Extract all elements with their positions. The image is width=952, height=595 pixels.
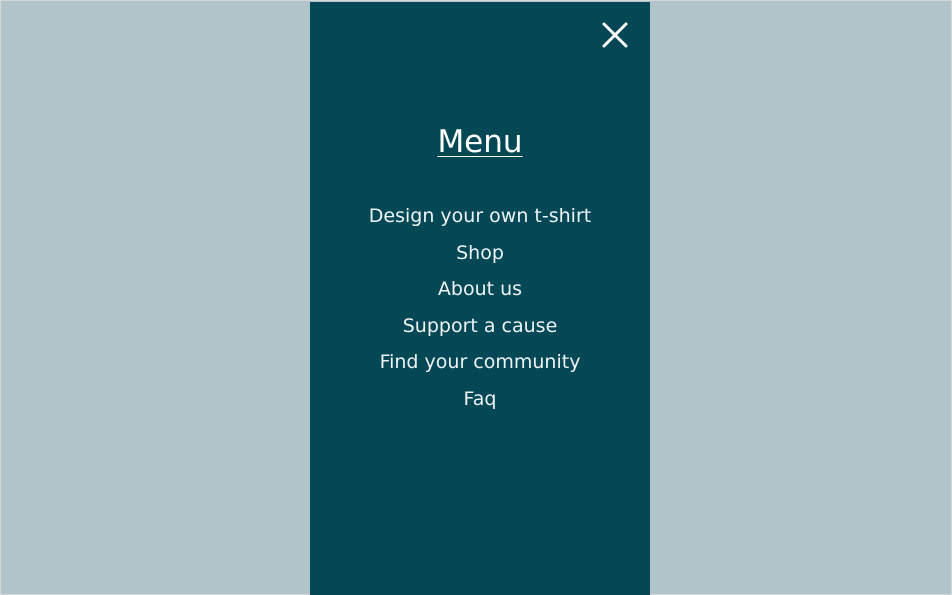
menu-panel: Menu Design your own t-shirt Shop About …: [310, 2, 650, 595]
menu-link-find-your-community[interactable]: Find your community: [380, 351, 581, 373]
menu-title: Menu: [437, 124, 523, 160]
menu-item-faq: Faq: [310, 381, 650, 418]
menu-link-about-us[interactable]: About us: [438, 278, 522, 300]
close-icon: [602, 22, 628, 48]
menu-link-design-your-own-tshirt[interactable]: Design your own t-shirt: [369, 205, 591, 227]
menu-link-support-a-cause[interactable]: Support a cause: [403, 315, 558, 337]
menu-link-shop[interactable]: Shop: [456, 242, 504, 264]
page-backdrop[interactable]: Menu Design your own t-shirt Shop About …: [0, 0, 952, 595]
menu-item-about: About us: [310, 271, 650, 308]
close-menu-button[interactable]: [600, 20, 630, 50]
menu-item-support: Support a cause: [310, 308, 650, 345]
menu-link-faq[interactable]: Faq: [464, 388, 497, 410]
menu-list: Design your own t-shirt Shop About us Su…: [310, 198, 650, 417]
menu-item-design: Design your own t-shirt: [310, 198, 650, 235]
menu-item-shop: Shop: [310, 235, 650, 272]
menu-item-community: Find your community: [310, 344, 650, 381]
